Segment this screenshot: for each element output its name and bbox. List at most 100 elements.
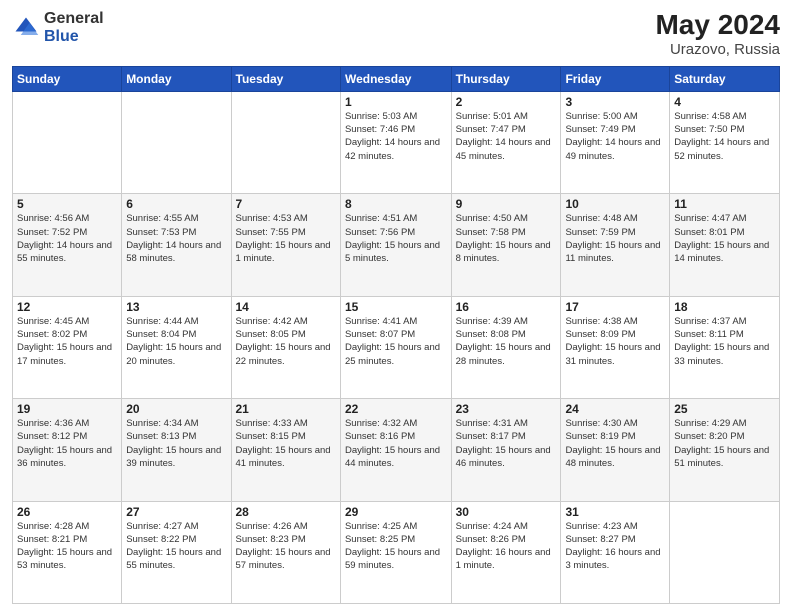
day-info: Sunrise: 4:47 AM Sunset: 8:01 PM Dayligh… <box>674 212 775 265</box>
day-number: 8 <box>345 197 447 211</box>
table-row: 2Sunrise: 5:01 AM Sunset: 7:47 PM Daylig… <box>451 91 561 193</box>
day-number: 16 <box>456 300 557 314</box>
table-row: 25Sunrise: 4:29 AM Sunset: 8:20 PM Dayli… <box>670 399 780 501</box>
table-row: 11Sunrise: 4:47 AM Sunset: 8:01 PM Dayli… <box>670 194 780 296</box>
day-info: Sunrise: 4:51 AM Sunset: 7:56 PM Dayligh… <box>345 212 447 265</box>
day-info: Sunrise: 4:38 AM Sunset: 8:09 PM Dayligh… <box>565 315 665 368</box>
table-row: 13Sunrise: 4:44 AM Sunset: 8:04 PM Dayli… <box>122 296 231 398</box>
day-number: 12 <box>17 300 117 314</box>
day-number: 25 <box>674 402 775 416</box>
day-number: 10 <box>565 197 665 211</box>
day-info: Sunrise: 4:26 AM Sunset: 8:23 PM Dayligh… <box>236 520 336 573</box>
day-number: 28 <box>236 505 336 519</box>
day-number: 29 <box>345 505 447 519</box>
day-number: 11 <box>674 197 775 211</box>
day-number: 30 <box>456 505 557 519</box>
table-row: 7Sunrise: 4:53 AM Sunset: 7:55 PM Daylig… <box>231 194 340 296</box>
logo-blue-text: Blue <box>44 28 79 45</box>
day-number: 19 <box>17 402 117 416</box>
day-info: Sunrise: 4:56 AM Sunset: 7:52 PM Dayligh… <box>17 212 117 265</box>
calendar-week-row: 1Sunrise: 5:03 AM Sunset: 7:46 PM Daylig… <box>13 91 780 193</box>
day-number: 7 <box>236 197 336 211</box>
day-number: 24 <box>565 402 665 416</box>
table-row: 22Sunrise: 4:32 AM Sunset: 8:16 PM Dayli… <box>340 399 451 501</box>
table-row: 4Sunrise: 4:58 AM Sunset: 7:50 PM Daylig… <box>670 91 780 193</box>
day-info: Sunrise: 4:32 AM Sunset: 8:16 PM Dayligh… <box>345 417 447 470</box>
table-row: 15Sunrise: 4:41 AM Sunset: 8:07 PM Dayli… <box>340 296 451 398</box>
table-row: 29Sunrise: 4:25 AM Sunset: 8:25 PM Dayli… <box>340 501 451 603</box>
day-number: 1 <box>345 95 447 109</box>
table-row: 30Sunrise: 4:24 AM Sunset: 8:26 PM Dayli… <box>451 501 561 603</box>
day-info: Sunrise: 4:33 AM Sunset: 8:15 PM Dayligh… <box>236 417 336 470</box>
day-number: 31 <box>565 505 665 519</box>
calendar-week-row: 12Sunrise: 4:45 AM Sunset: 8:02 PM Dayli… <box>13 296 780 398</box>
table-row: 19Sunrise: 4:36 AM Sunset: 8:12 PM Dayli… <box>13 399 122 501</box>
table-row: 5Sunrise: 4:56 AM Sunset: 7:52 PM Daylig… <box>13 194 122 296</box>
day-info: Sunrise: 4:24 AM Sunset: 8:26 PM Dayligh… <box>456 520 557 573</box>
day-info: Sunrise: 4:25 AM Sunset: 8:25 PM Dayligh… <box>345 520 447 573</box>
day-info: Sunrise: 5:01 AM Sunset: 7:47 PM Dayligh… <box>456 110 557 163</box>
col-wednesday: Wednesday <box>340 66 451 91</box>
col-friday: Friday <box>561 66 670 91</box>
table-row: 28Sunrise: 4:26 AM Sunset: 8:23 PM Dayli… <box>231 501 340 603</box>
day-number: 5 <box>17 197 117 211</box>
table-row: 17Sunrise: 4:38 AM Sunset: 8:09 PM Dayli… <box>561 296 670 398</box>
day-number: 20 <box>126 402 226 416</box>
day-info: Sunrise: 4:53 AM Sunset: 7:55 PM Dayligh… <box>236 212 336 265</box>
table-row: 12Sunrise: 4:45 AM Sunset: 8:02 PM Dayli… <box>13 296 122 398</box>
day-number: 2 <box>456 95 557 109</box>
table-row: 23Sunrise: 4:31 AM Sunset: 8:17 PM Dayli… <box>451 399 561 501</box>
logo-icon <box>12 14 40 42</box>
title-location: Urazovo, Russia <box>655 41 780 58</box>
calendar-week-row: 5Sunrise: 4:56 AM Sunset: 7:52 PM Daylig… <box>13 194 780 296</box>
col-monday: Monday <box>122 66 231 91</box>
title-block: May 2024 Urazovo, Russia <box>655 10 780 58</box>
table-row: 1Sunrise: 5:03 AM Sunset: 7:46 PM Daylig… <box>340 91 451 193</box>
day-info: Sunrise: 4:42 AM Sunset: 8:05 PM Dayligh… <box>236 315 336 368</box>
calendar-week-row: 26Sunrise: 4:28 AM Sunset: 8:21 PM Dayli… <box>13 501 780 603</box>
table-row: 21Sunrise: 4:33 AM Sunset: 8:15 PM Dayli… <box>231 399 340 501</box>
table-row: 26Sunrise: 4:28 AM Sunset: 8:21 PM Dayli… <box>13 501 122 603</box>
table-row: 20Sunrise: 4:34 AM Sunset: 8:13 PM Dayli… <box>122 399 231 501</box>
header: General Blue May 2024 Urazovo, Russia <box>12 10 780 58</box>
col-saturday: Saturday <box>670 66 780 91</box>
day-number: 17 <box>565 300 665 314</box>
col-tuesday: Tuesday <box>231 66 340 91</box>
day-info: Sunrise: 4:58 AM Sunset: 7:50 PM Dayligh… <box>674 110 775 163</box>
table-row: 18Sunrise: 4:37 AM Sunset: 8:11 PM Dayli… <box>670 296 780 398</box>
logo-text: General Blue <box>44 10 104 45</box>
table-row: 27Sunrise: 4:27 AM Sunset: 8:22 PM Dayli… <box>122 501 231 603</box>
day-number: 14 <box>236 300 336 314</box>
table-row: 8Sunrise: 4:51 AM Sunset: 7:56 PM Daylig… <box>340 194 451 296</box>
day-info: Sunrise: 4:23 AM Sunset: 8:27 PM Dayligh… <box>565 520 665 573</box>
calendar-table: Sunday Monday Tuesday Wednesday Thursday… <box>12 66 780 604</box>
calendar-week-row: 19Sunrise: 4:36 AM Sunset: 8:12 PM Dayli… <box>13 399 780 501</box>
logo-general-text: General <box>44 10 104 27</box>
day-info: Sunrise: 4:48 AM Sunset: 7:59 PM Dayligh… <box>565 212 665 265</box>
day-info: Sunrise: 4:41 AM Sunset: 8:07 PM Dayligh… <box>345 315 447 368</box>
day-info: Sunrise: 5:00 AM Sunset: 7:49 PM Dayligh… <box>565 110 665 163</box>
day-info: Sunrise: 4:27 AM Sunset: 8:22 PM Dayligh… <box>126 520 226 573</box>
logo: General Blue <box>12 10 104 45</box>
table-row: 10Sunrise: 4:48 AM Sunset: 7:59 PM Dayli… <box>561 194 670 296</box>
table-row: 6Sunrise: 4:55 AM Sunset: 7:53 PM Daylig… <box>122 194 231 296</box>
day-info: Sunrise: 4:34 AM Sunset: 8:13 PM Dayligh… <box>126 417 226 470</box>
day-number: 22 <box>345 402 447 416</box>
day-number: 21 <box>236 402 336 416</box>
col-thursday: Thursday <box>451 66 561 91</box>
table-row: 3Sunrise: 5:00 AM Sunset: 7:49 PM Daylig… <box>561 91 670 193</box>
day-number: 26 <box>17 505 117 519</box>
day-info: Sunrise: 4:36 AM Sunset: 8:12 PM Dayligh… <box>17 417 117 470</box>
day-info: Sunrise: 4:44 AM Sunset: 8:04 PM Dayligh… <box>126 315 226 368</box>
title-month: May 2024 <box>655 10 780 41</box>
day-info: Sunrise: 5:03 AM Sunset: 7:46 PM Dayligh… <box>345 110 447 163</box>
calendar-header-row: Sunday Monday Tuesday Wednesday Thursday… <box>13 66 780 91</box>
day-number: 9 <box>456 197 557 211</box>
page: General Blue May 2024 Urazovo, Russia Su… <box>0 0 792 612</box>
day-info: Sunrise: 4:39 AM Sunset: 8:08 PM Dayligh… <box>456 315 557 368</box>
table-row <box>670 501 780 603</box>
day-number: 15 <box>345 300 447 314</box>
day-info: Sunrise: 4:28 AM Sunset: 8:21 PM Dayligh… <box>17 520 117 573</box>
day-info: Sunrise: 4:30 AM Sunset: 8:19 PM Dayligh… <box>565 417 665 470</box>
col-sunday: Sunday <box>13 66 122 91</box>
